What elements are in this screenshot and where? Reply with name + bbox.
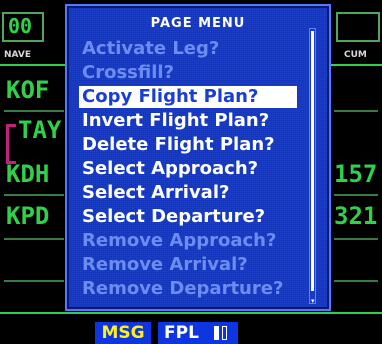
- waypoint-row-1: KOF: [6, 76, 50, 104]
- page-menu-popup: PAGE MENU Activate Leg? Crossfill? Copy …: [65, 4, 331, 311]
- cumulative-distance-1: 157: [334, 160, 378, 188]
- menu-item-activate-leg[interactable]: Activate Leg?: [79, 38, 222, 60]
- page-indicator-active: [214, 326, 219, 340]
- cumulative-distance-2: 321: [334, 202, 378, 230]
- row-separator: [334, 238, 378, 240]
- menu-scrollbar-thumb[interactable]: [311, 31, 314, 291]
- menu-item-select-arrival[interactable]: Select Arrival?: [79, 182, 232, 204]
- active-leg-bracket: [6, 124, 16, 164]
- menu-item-crossfill[interactable]: Crossfill?: [79, 62, 177, 84]
- menu-item-select-departure[interactable]: Select Departure?: [79, 206, 268, 228]
- menu-item-select-approach[interactable]: Select Approach?: [79, 158, 261, 180]
- menu-item-copy-flight-plan[interactable]: Copy Flight Plan?: [79, 86, 297, 108]
- waypoint-row-2: TAY: [18, 116, 62, 144]
- page-menu-title: PAGE MENU: [150, 16, 246, 31]
- row-separator: [334, 110, 378, 112]
- menu-item-delete-flight-plan[interactable]: Delete Flight Plan?: [79, 134, 278, 156]
- column-header-right: CUM: [344, 50, 367, 60]
- column-header-left: NAVE: [4, 50, 31, 60]
- menu-item-remove-departure[interactable]: Remove Departure?: [79, 278, 286, 300]
- footer-divider: [0, 312, 382, 314]
- menu-item-remove-arrival[interactable]: Remove Arrival?: [79, 254, 251, 276]
- status-bar: MSG FPL: [0, 322, 382, 344]
- top-left-value: 00: [8, 14, 33, 38]
- row-separator: [4, 110, 64, 112]
- menu-item-remove-approach[interactable]: Remove Approach?: [79, 230, 279, 252]
- row-separator: [4, 280, 64, 282]
- menu-scrollbar[interactable]: ▾: [309, 28, 316, 305]
- row-separator: [4, 238, 64, 240]
- msg-annunciator[interactable]: MSG: [95, 322, 151, 344]
- page-group-indicator: FPL: [158, 322, 238, 344]
- page-indicator-inactive: [222, 326, 227, 340]
- waypoint-row-3: KDH: [6, 160, 50, 188]
- menu-item-invert-flight-plan[interactable]: Invert Flight Plan?: [79, 110, 272, 132]
- scroll-down-arrow-icon: ▾: [311, 297, 315, 305]
- row-separator: [334, 280, 378, 282]
- top-right-field: [336, 12, 380, 42]
- waypoint-row-4: KPD: [6, 202, 50, 230]
- row-separator: [4, 194, 64, 196]
- page-group-label: FPL: [164, 323, 199, 343]
- row-separator: [334, 194, 378, 196]
